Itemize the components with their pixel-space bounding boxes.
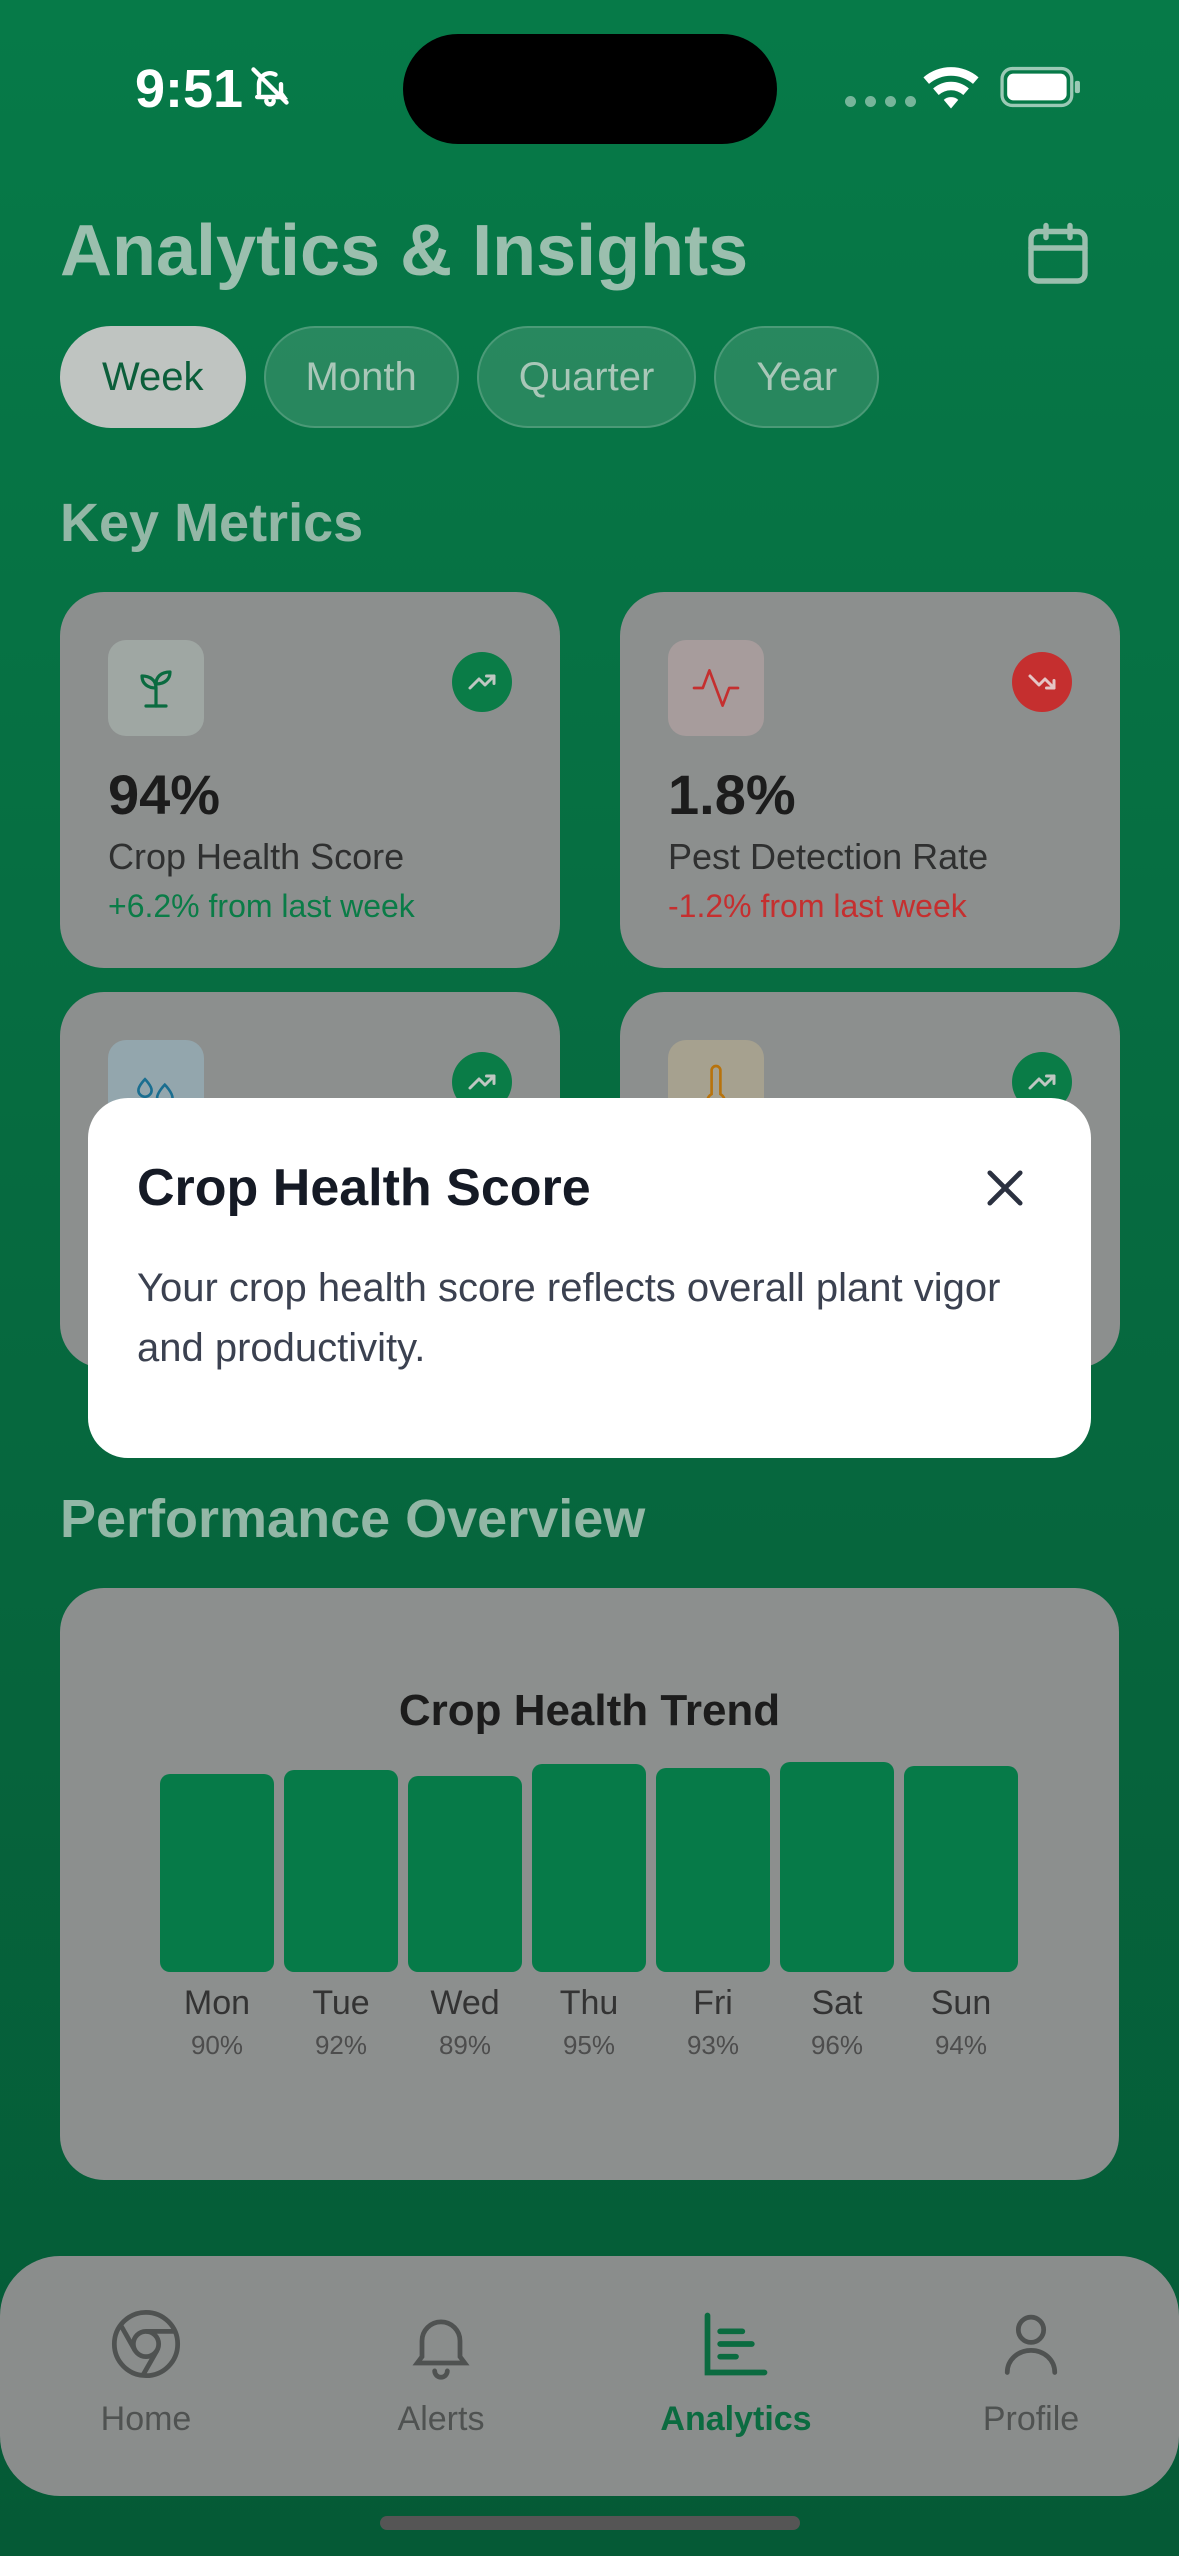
nav-alerts[interactable]: Alerts — [341, 2306, 541, 2439]
bar-day-label: Mon — [183, 1984, 251, 2022]
bar-mon[interactable] — [160, 1774, 274, 1972]
page-title: Analytics & Insights — [60, 211, 749, 291]
nav-home[interactable]: Home — [46, 2306, 246, 2439]
bar-day-label: Fri — [693, 1984, 733, 2022]
nav-analytics[interactable]: Analytics — [636, 2306, 836, 2439]
bar-column-tue: Tue 92% — [284, 1758, 398, 2078]
bottom-nav: Home Alerts Analytics Profile — [0, 2256, 1179, 2496]
period-month-button[interactable]: Month — [263, 326, 459, 428]
activity-icon — [668, 640, 764, 736]
cellular-signal-icon — [845, 96, 916, 107]
bar-value-label: 96% — [810, 2030, 864, 2060]
bar-value-label: 90% — [190, 2030, 244, 2060]
bell-icon — [412, 2319, 470, 2380]
metric-label: Crop Health Score — [108, 836, 405, 877]
bar-column-mon: Mon 90% — [160, 1758, 274, 2078]
bar-chart: Mon 90% Tue 92% Wed 89% Thu 95% Fri 93% Sat 96% Sun 9… — [160, 1758, 1020, 2078]
nav-profile[interactable]: Profile — [931, 2306, 1131, 2439]
modal-title: Crop Health Score — [137, 1159, 591, 1217]
performance-title: Performance Overview — [60, 1489, 646, 1549]
nav-alerts-label: Alerts — [397, 2400, 485, 2438]
period-year-button[interactable]: Year — [714, 326, 880, 428]
bar-wed[interactable] — [408, 1776, 522, 1972]
dynamic-island — [403, 34, 777, 144]
bar-day-label: Tue — [312, 1984, 370, 2022]
bar-tue[interactable] — [284, 1770, 398, 1972]
bar-value-label: 92% — [314, 2030, 368, 2060]
bar-column-sat: Sat 96% — [780, 1758, 894, 2078]
bell-off-icon — [251, 67, 289, 107]
bar-chart-icon — [704, 2312, 768, 2376]
bar-day-label: Wed — [430, 1984, 500, 2022]
close-icon[interactable] — [979, 1162, 1031, 1214]
bar-value-label: 95% — [562, 2030, 616, 2060]
bar-value-label: 93% — [686, 2030, 740, 2060]
chart-title: Crop Health Trend — [398, 1686, 781, 1735]
metric-value: 94% — [108, 763, 221, 826]
bar-day-label: Thu — [559, 1984, 619, 2022]
calendar-icon[interactable] — [1022, 218, 1094, 290]
metric-change: +6.2% from last week — [108, 888, 415, 924]
bar-thu[interactable] — [532, 1764, 646, 1972]
trend-up-icon — [452, 652, 512, 712]
period-week-button[interactable]: Week — [60, 326, 246, 428]
sprout-icon — [108, 640, 204, 736]
key-metrics-title: Key Metrics — [60, 493, 364, 553]
status-time: 9:51 — [135, 59, 244, 119]
metric-card-crop-health[interactable]: 94% Crop Health Score +6.2% from last we… — [60, 592, 560, 968]
trend-down-icon — [1012, 652, 1072, 712]
bar-column-sun: Sun 94% — [904, 1758, 1018, 2078]
metric-value: 1.8% — [668, 763, 796, 826]
home-indicator — [380, 2516, 800, 2530]
info-modal: Crop Health Score Your crop health score… — [88, 1098, 1091, 1458]
metric-change: -1.2% from last week — [668, 888, 967, 924]
nav-analytics-label: Analytics — [660, 2400, 812, 2438]
bar-column-wed: Wed 89% — [408, 1758, 522, 2078]
period-selector: Week Month Quarter Year — [60, 326, 880, 428]
wifi-icon — [923, 67, 979, 109]
bar-day-label: Sat — [811, 1984, 863, 2022]
bar-fri[interactable] — [656, 1768, 770, 1972]
metric-card-pest-detection[interactable]: 1.8% Pest Detection Rate -1.2% from last… — [620, 592, 1120, 968]
crop-health-chart-card: Crop Health Trend Mon 90% Tue 92% Wed 89% Thu 9… — [60, 1588, 1119, 2180]
nav-home-label: Home — [100, 2400, 192, 2438]
bar-value-label: 89% — [438, 2030, 492, 2060]
metric-label: Pest Detection Rate — [668, 836, 989, 877]
bar-sat[interactable] — [780, 1762, 894, 1972]
bar-column-fri: Fri 93% — [656, 1758, 770, 2078]
battery-icon — [1000, 66, 1080, 108]
period-quarter-button[interactable]: Quarter — [476, 326, 697, 428]
bar-day-label: Sun — [930, 1984, 992, 2022]
home-chrome-icon — [111, 2309, 181, 2379]
modal-body: Your crop health score reflects overall … — [137, 1266, 1001, 1370]
bar-column-thu: Thu 95% — [532, 1758, 646, 2078]
bar-value-label: 94% — [934, 2030, 988, 2060]
user-icon — [1004, 2314, 1058, 2375]
bar-sun[interactable] — [904, 1766, 1018, 1972]
nav-profile-label: Profile — [982, 2400, 1080, 2438]
